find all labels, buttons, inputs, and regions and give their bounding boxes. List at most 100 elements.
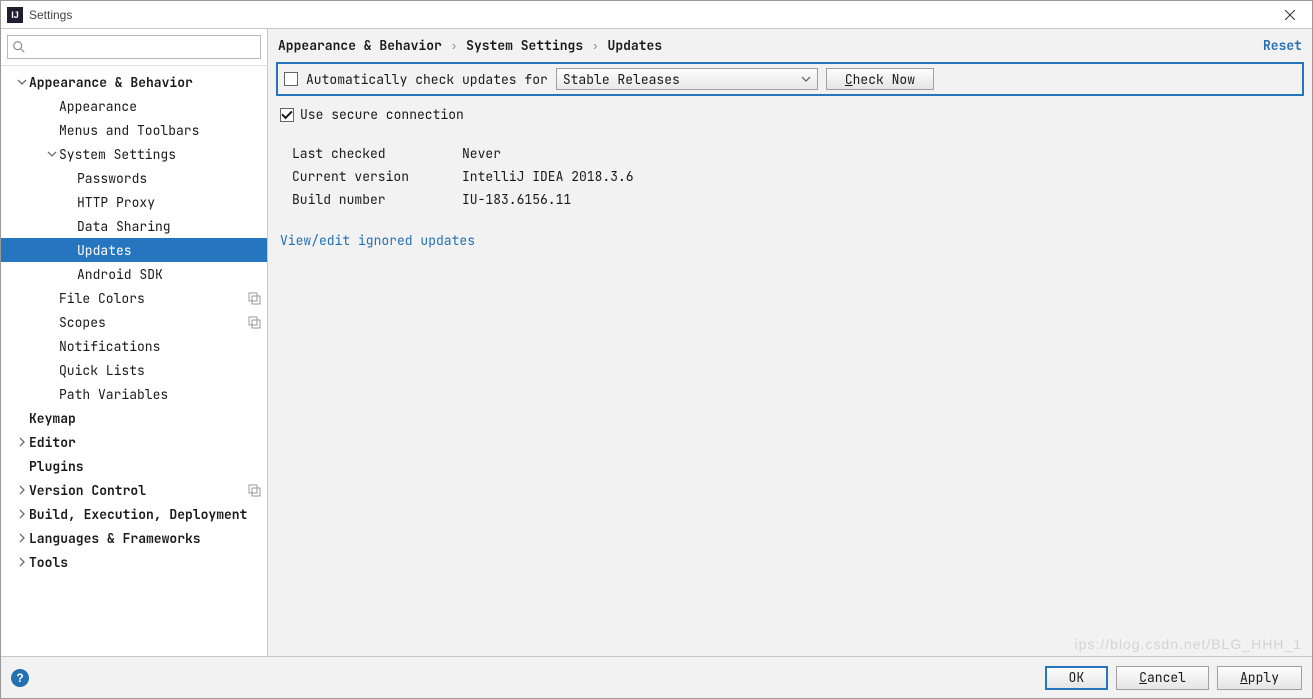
breadcrumb-row: Appearance & Behavior › System Settings › Up… (268, 29, 1312, 62)
chevron-down-icon (801, 74, 811, 84)
tree-item-android-sdk[interactable]: Android SDK (1, 262, 267, 286)
tree-item-appearance-behavior[interactable]: Appearance & Behavior (1, 70, 267, 94)
secure-connection-label: Use secure connection (300, 106, 464, 123)
tree-item-label: Appearance & Behavior (29, 74, 193, 91)
tree-item-build-execution-deployment[interactable]: Build, Execution, Deployment (1, 502, 267, 526)
titlebar: IJ Settings (1, 1, 1312, 29)
arrow-placeholder (45, 387, 59, 401)
tree-item-tools[interactable]: Tools (1, 550, 267, 574)
dialog-footer: ? OK Cancel Apply (1, 656, 1312, 698)
tree-item-notifications[interactable]: Notifications (1, 334, 267, 358)
tree-item-label: Editor (29, 434, 76, 451)
tree-item-label: Menus and Toolbars (59, 122, 199, 139)
tree-item-scopes[interactable]: Scopes (1, 310, 267, 334)
tree-item-plugins[interactable]: Plugins (1, 454, 267, 478)
tree-item-system-settings[interactable]: System Settings (1, 142, 267, 166)
chevron-down-icon[interactable] (15, 75, 29, 89)
breadcrumb: Appearance & Behavior › System Settings › Up… (278, 37, 662, 54)
tree-item-file-colors[interactable]: File Colors (1, 286, 267, 310)
auto-check-checkbox[interactable] (284, 72, 298, 86)
arrow-placeholder (45, 99, 59, 113)
chevron-right-icon[interactable] (15, 555, 29, 569)
reset-link[interactable]: Reset (1263, 37, 1302, 54)
search-box[interactable] (7, 35, 261, 59)
tree-item-label: Updates (77, 242, 132, 259)
ok-button[interactable]: OK (1045, 666, 1109, 690)
tree-item-updates[interactable]: Updates (1, 238, 267, 262)
tree-item-label: Notifications (59, 338, 160, 355)
search-input[interactable] (28, 38, 256, 57)
chevron-right-icon[interactable] (15, 435, 29, 449)
dialog-body: Appearance & Behavior Appearance Menus and… (1, 29, 1312, 656)
breadcrumb-separator: › (593, 38, 597, 53)
tree-item-label: Quick Lists (59, 362, 145, 379)
apply-button[interactable]: Apply (1217, 666, 1302, 690)
project-override-icon (247, 315, 261, 329)
arrow-placeholder (45, 339, 59, 353)
tree-item-menus-and-toolbars[interactable]: Menus and Toolbars (1, 118, 267, 142)
tree-item-path-variables[interactable]: Path Variables (1, 382, 267, 406)
breadcrumb-part: Updates (608, 37, 663, 54)
secure-connection-checkbox[interactable] (280, 108, 294, 122)
window-title: Settings (29, 8, 72, 22)
ignored-updates-link[interactable]: View/edit ignored updates (280, 232, 1300, 249)
tree-item-http-proxy[interactable]: HTTP Proxy (1, 190, 267, 214)
release-channel-dropdown[interactable]: Stable Releases (556, 68, 818, 90)
info-value: IntelliJ IDEA 2018.3.6 (462, 168, 1300, 185)
tree-item-version-control[interactable]: Version Control (1, 478, 267, 502)
info-key: Current version (292, 168, 462, 185)
breadcrumb-separator: › (452, 38, 456, 53)
chevron-down-icon[interactable] (45, 147, 59, 161)
search-icon (12, 40, 26, 54)
tree-item-label: Android SDK (77, 266, 163, 283)
tree-item-label: Scopes (59, 314, 106, 331)
tree-item-label: Appearance (59, 98, 137, 115)
arrow-placeholder (45, 123, 59, 137)
tree-item-label: Data Sharing (77, 218, 171, 235)
tree-item-passwords[interactable]: Passwords (1, 166, 267, 190)
arrow-placeholder (45, 315, 59, 329)
tree-item-label: HTTP Proxy (77, 194, 155, 211)
info-value: Never (462, 145, 1300, 162)
breadcrumb-part: System Settings (466, 37, 583, 54)
tree-item-languages-frameworks[interactable]: Languages & Frameworks (1, 526, 267, 550)
info-value: IU-183.6156.11 (462, 191, 1300, 208)
tree-item-label: Languages & Frameworks (29, 530, 201, 547)
app-icon: IJ (7, 7, 23, 23)
tree-item-label: File Colors (59, 290, 145, 307)
arrow-placeholder (63, 195, 77, 209)
chevron-right-icon[interactable] (15, 507, 29, 521)
tree-item-quick-lists[interactable]: Quick Lists (1, 358, 267, 382)
check-now-button[interactable]: Check Now (826, 68, 934, 90)
breadcrumb-part: Appearance & Behavior (278, 37, 442, 54)
arrow-placeholder (45, 363, 59, 377)
tree-item-label: System Settings (59, 146, 176, 163)
project-override-icon (247, 483, 261, 497)
arrow-placeholder (45, 291, 59, 305)
window-close-button[interactable] (1274, 4, 1306, 26)
tree-item-keymap[interactable]: Keymap (1, 406, 267, 430)
tree-item-editor[interactable]: Editor (1, 430, 267, 454)
arrow-placeholder (63, 267, 77, 281)
content-panel: Appearance & Behavior › System Settings › Up… (268, 29, 1312, 656)
tree-item-label: Plugins (29, 458, 84, 475)
check-now-rest: heck Now (853, 71, 915, 88)
secure-row: Use secure connection (280, 106, 1300, 123)
tree-item-data-sharing[interactable]: Data Sharing (1, 214, 267, 238)
auto-check-row: Automatically check updates for Stable R… (276, 62, 1304, 96)
arrow-placeholder (63, 171, 77, 185)
arrow-placeholder (63, 243, 77, 257)
arrow-placeholder (15, 411, 29, 425)
tree-item-label: Version Control (29, 482, 146, 499)
chevron-right-icon[interactable] (15, 531, 29, 545)
close-icon (1285, 10, 1295, 20)
info-key: Build number (292, 191, 462, 208)
settings-tree: Appearance & Behavior Appearance Menus and… (1, 66, 267, 656)
arrow-placeholder (15, 459, 29, 473)
chevron-right-icon[interactable] (15, 483, 29, 497)
cancel-button[interactable]: Cancel (1116, 666, 1209, 690)
tree-item-label: Build, Execution, Deployment (29, 506, 247, 523)
help-button[interactable]: ? (11, 669, 29, 687)
tree-item-label: Path Variables (59, 386, 168, 403)
tree-item-appearance[interactable]: Appearance (1, 94, 267, 118)
